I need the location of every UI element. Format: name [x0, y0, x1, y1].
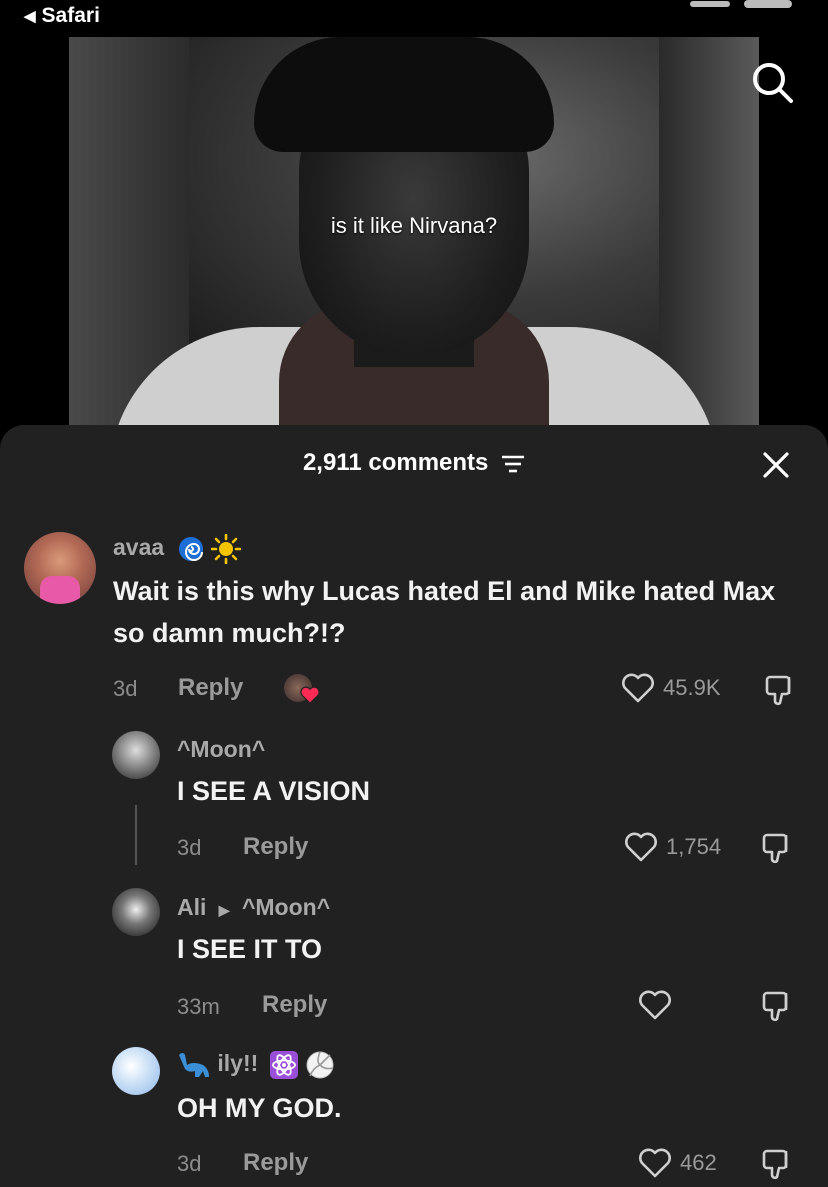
- like-button[interactable]: [638, 989, 680, 1021]
- heart-icon: [639, 990, 671, 1020]
- filter-icon[interactable]: [501, 454, 525, 474]
- heart-icon: [639, 1148, 671, 1178]
- dislike-icon[interactable]: [759, 1147, 793, 1181]
- heart-icon: [622, 673, 654, 703]
- like-count: 45.9K: [663, 675, 721, 700]
- like-count: 462: [680, 1150, 717, 1175]
- dislike-icon[interactable]: [762, 673, 796, 707]
- reply-button[interactable]: Reply: [178, 674, 243, 702]
- reply-arrow-icon: ▶: [218, 902, 230, 918]
- comment-age: 3d: [177, 1151, 202, 1176]
- atom-emoji-icon: [269, 1051, 298, 1079]
- like-button[interactable]: 45.9K: [621, 672, 721, 704]
- comment-age: 3d: [177, 835, 202, 860]
- reply-button[interactable]: Reply: [262, 991, 327, 1019]
- back-to-safari-link[interactable]: ◀ Safari: [24, 4, 100, 28]
- thread-line: [135, 805, 137, 865]
- comment-username[interactable]: ^Moon^: [177, 736, 265, 763]
- video-figure-hair: [254, 37, 554, 152]
- signal-icon: [690, 1, 730, 7]
- comment-text: I SEE A VISION: [177, 776, 371, 806]
- creator-liked-badge: [284, 674, 320, 706]
- comment-age: 3d: [113, 676, 138, 701]
- reply-to-username[interactable]: ^Moon^: [242, 894, 330, 920]
- reply-button[interactable]: Reply: [243, 833, 308, 861]
- status-bar: ◀ Safari: [0, 0, 828, 36]
- comments-count: 2,911 comments: [302, 449, 489, 476]
- volleyball-emoji-icon: [306, 1051, 334, 1079]
- dislike-icon[interactable]: [759, 989, 793, 1023]
- comment-age: 33m: [177, 994, 220, 1019]
- comment-text: Wait is this why Lucas hated El and Mike…: [113, 576, 776, 648]
- comment-author: Ali: [177, 894, 207, 920]
- dislike-icon[interactable]: [759, 831, 793, 865]
- status-indicators: [690, 0, 792, 8]
- like-count: 1,754: [666, 834, 722, 859]
- close-icon[interactable]: [760, 449, 792, 481]
- like-button[interactable]: 1,754: [624, 831, 721, 863]
- back-triangle-icon: ◀: [24, 8, 36, 25]
- comment-username[interactable]: avaa: [113, 534, 241, 564]
- video-caption: is it like Nirvana?: [330, 213, 498, 238]
- video-player[interactable]: is it like Nirvana?: [69, 37, 759, 437]
- comment-text: I SEE IT TO: [177, 934, 323, 964]
- avatar[interactable]: [112, 888, 160, 936]
- avatar[interactable]: [112, 1047, 160, 1095]
- spiral-emoji-icon: [178, 537, 203, 561]
- avatar[interactable]: [24, 532, 96, 604]
- back-label: Safari: [41, 4, 100, 27]
- battery-icon: [744, 0, 792, 8]
- sun-emoji-icon: [210, 534, 241, 564]
- comments-header[interactable]: 2,911 comments: [0, 449, 828, 477]
- dinosaur-emoji-icon: [179, 1053, 209, 1077]
- avatar[interactable]: [112, 731, 160, 779]
- creator-liked-heart-icon: [300, 686, 320, 704]
- heart-icon: [625, 832, 657, 862]
- comment-username[interactable]: Ali ▶ ^Moon^: [177, 894, 330, 921]
- comment-text: OH MY GOD.: [177, 1093, 342, 1123]
- like-button[interactable]: 462: [638, 1147, 717, 1179]
- comment-username[interactable]: ily!!: [177, 1050, 335, 1080]
- search-icon[interactable]: [748, 58, 796, 106]
- reply-button[interactable]: Reply: [243, 1149, 308, 1177]
